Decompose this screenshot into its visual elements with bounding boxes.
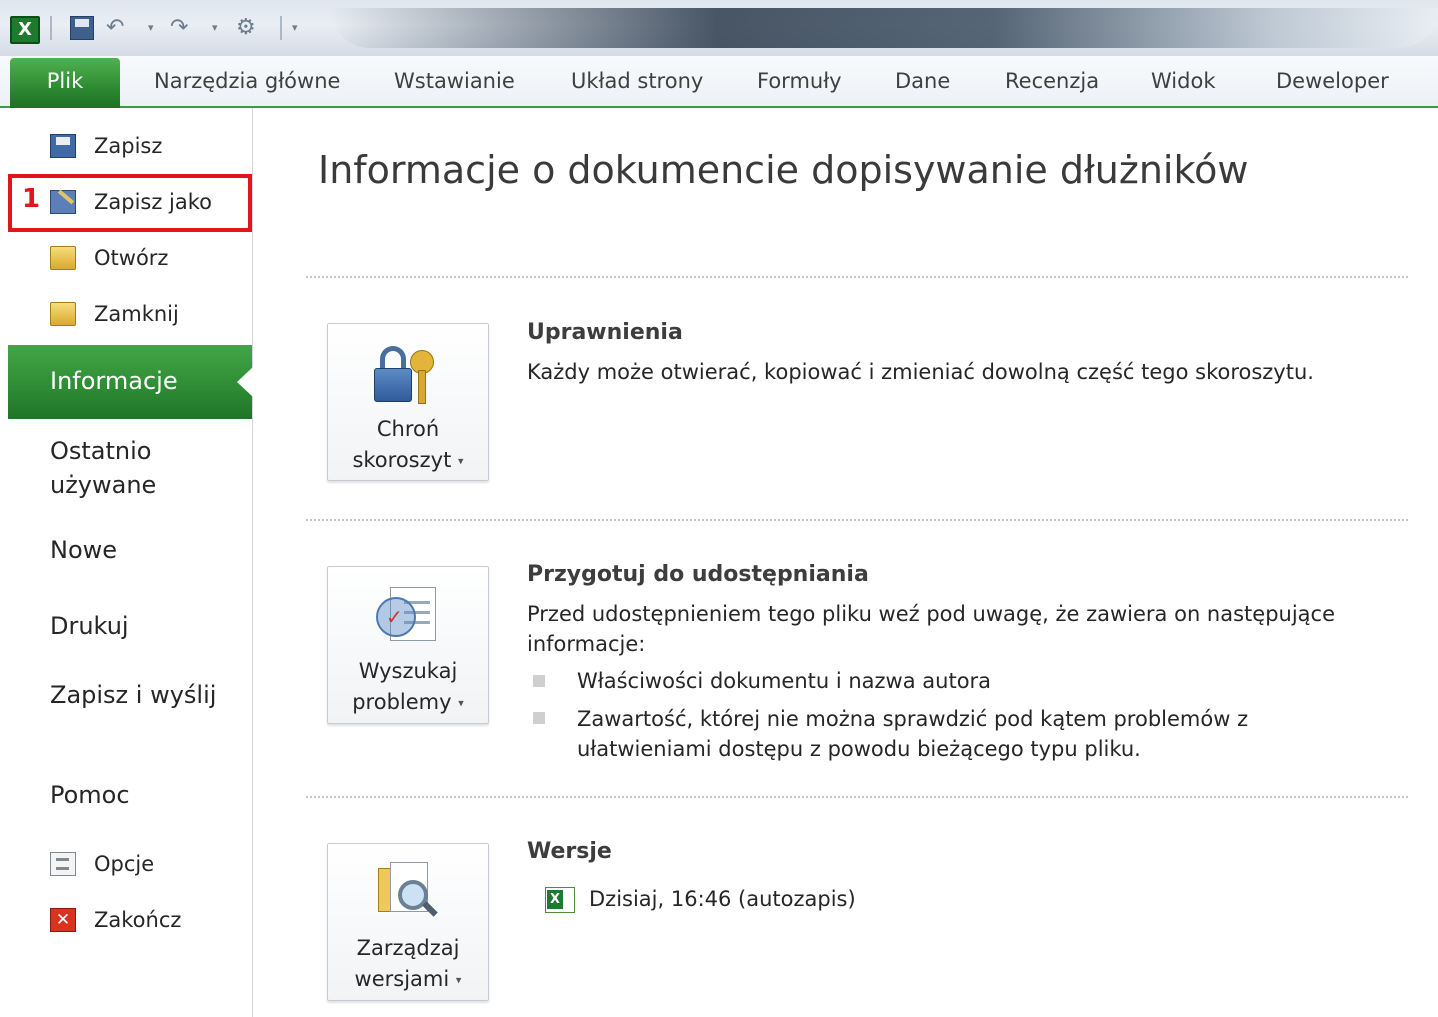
lock-key-icon <box>374 346 440 406</box>
customize-quick-access-icon[interactable]: ▾ <box>292 16 298 40</box>
undo-icon[interactable]: ↶ <box>106 16 124 40</box>
permissions-text: Każdy może otwierać, kopiować i zmieniać… <box>527 360 1314 384</box>
page-title: Informacje o dokumencie dopisywanie dłuż… <box>318 148 1249 192</box>
close-folder-icon <box>50 302 76 326</box>
tab-narzedzia-glowne[interactable]: Narzędzia główne <box>154 56 340 106</box>
section-divider <box>306 519 1408 521</box>
protect-button-label-2: skoroszyt ▾ <box>352 448 464 472</box>
backstage-nav: Zapisz Zapisz jako 1 Otwórz Zamknij Info… <box>8 108 253 1017</box>
highlight-step-number: 1 <box>22 184 41 214</box>
tab-wstawianie[interactable]: Wstawianie <box>394 56 515 106</box>
bullet-marker <box>533 712 545 724</box>
check-issues-label-1: Wyszukaj <box>358 659 458 683</box>
bullet-marker <box>533 675 545 687</box>
undo-dropdown-icon[interactable]: ▾ <box>148 16 154 40</box>
dropdown-arrow-icon: ▾ <box>458 454 464 468</box>
prepare-sharing-text: Przed udostępnieniem tego pliku weź pod … <box>527 602 1336 656</box>
save-icon[interactable] <box>70 16 94 40</box>
tab-uklad-strony[interactable]: Układ strony <box>571 56 703 106</box>
close-command[interactable]: Zamknij <box>8 290 252 338</box>
redo-icon[interactable]: ↷ <box>170 16 188 40</box>
tab-widok[interactable]: Widok <box>1151 56 1215 106</box>
save-command[interactable]: Zapisz <box>8 122 252 170</box>
selection-notch <box>237 367 253 397</box>
exit-command[interactable]: ✕ Zakończ <box>8 896 252 944</box>
nav-item-save-send[interactable]: Zapisz i wyślij <box>50 678 240 712</box>
section-divider <box>306 276 1408 278</box>
open-folder-icon <box>50 246 76 270</box>
manage-versions-button[interactable]: Zarządzaj wersjami ▾ <box>327 843 489 1001</box>
dropdown-arrow-icon: ▾ <box>455 973 462 987</box>
check-issues-label-2: problemy ▾ <box>352 690 464 714</box>
nav-item-informacje[interactable]: Informacje <box>8 345 253 419</box>
open-command-label: Otwórz <box>94 246 169 270</box>
save-command-label: Zapisz <box>94 134 163 158</box>
customize-icon[interactable]: ⚙ <box>236 16 256 40</box>
ribbon-tabs: Plik Narzędzia główne Wstawianie Układ s… <box>0 56 1438 108</box>
save-icon <box>50 134 76 158</box>
nav-item-recent[interactable]: Ostatnio używane <box>50 434 240 502</box>
redo-dropdown-icon[interactable]: ▾ <box>212 16 218 40</box>
options-command[interactable]: Opcje <box>8 840 252 888</box>
highlight-box <box>8 174 252 232</box>
versions-heading: Wersje <box>527 839 612 864</box>
open-command[interactable]: Otwórz <box>8 234 252 282</box>
protect-workbook-button[interactable]: Chroń skoroszyt ▾ <box>327 323 489 481</box>
exit-command-label: Zakończ <box>94 908 182 932</box>
tab-plik[interactable]: Plik <box>10 58 120 108</box>
versions-magnifier-icon <box>374 862 440 926</box>
tab-deweloper[interactable]: Deweloper <box>1276 56 1389 106</box>
toolbar-separator <box>280 16 282 40</box>
toolbar-separator <box>50 16 52 40</box>
prepare-bullet-1: Właściwości dokumentu i nazwa autora <box>577 669 992 693</box>
nav-item-help[interactable]: Pomoc <box>50 778 240 812</box>
excel-app-icon[interactable]: X <box>10 16 40 44</box>
check-issues-button[interactable]: ✓ Wyszukaj problemy ▾ <box>327 566 489 724</box>
tab-recenzja[interactable]: Recenzja <box>1005 56 1099 106</box>
tab-formuly[interactable]: Formuły <box>757 56 842 106</box>
close-command-label: Zamknij <box>94 302 179 326</box>
prepare-sharing-heading: Przygotuj do udostępniania <box>527 562 869 587</box>
manage-versions-label-2: wersjami ▾ <box>354 967 462 991</box>
tab-dane[interactable]: Dane <box>895 56 950 106</box>
permissions-heading: Uprawnienia <box>527 320 683 345</box>
section-divider <box>306 796 1408 798</box>
version-entry-autosave[interactable]: Dzisiaj, 16:46 (autozapis) <box>589 884 856 914</box>
protect-button-label-1: Chroń <box>376 417 440 441</box>
title-bar-gradient <box>330 8 1438 48</box>
nav-item-informacje-label: Informacje <box>50 367 178 395</box>
quick-access-toolbar: X ↶ ▾ ↷ ▾ ⚙ ▾ <box>0 0 1438 56</box>
options-command-label: Opcje <box>94 852 155 876</box>
nav-item-new[interactable]: Nowe <box>50 533 240 567</box>
inspect-document-icon: ✓ <box>376 587 440 647</box>
manage-versions-label-1: Zarządzaj <box>356 936 460 960</box>
options-icon <box>50 852 76 876</box>
nav-item-print[interactable]: Drukuj <box>50 609 240 643</box>
excel-file-icon <box>545 887 575 913</box>
dropdown-arrow-icon: ▾ <box>458 696 464 710</box>
exit-icon: ✕ <box>50 908 76 932</box>
prepare-bullet-2: Zawartość, której nie można sprawdzić po… <box>577 707 1249 761</box>
